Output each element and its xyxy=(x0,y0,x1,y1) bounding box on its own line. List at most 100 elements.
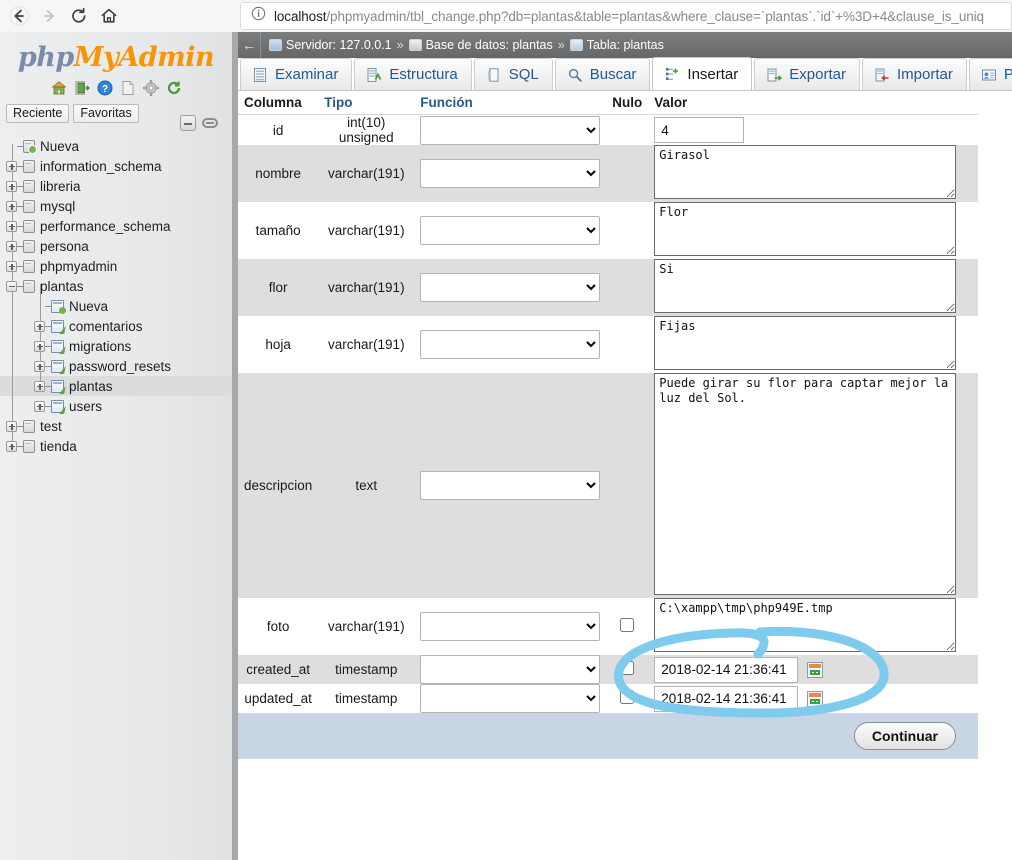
tree-item-comentarios[interactable]: comentarios xyxy=(0,316,232,336)
value-input-created_at[interactable] xyxy=(654,656,799,683)
tree-item-performance_schema[interactable]: performance_schema xyxy=(0,216,232,236)
value-textarea-hoja[interactable] xyxy=(654,316,957,370)
expand-icon[interactable] xyxy=(6,440,17,452)
calendar-icon[interactable] xyxy=(807,691,824,708)
collapse-icon[interactable] xyxy=(6,280,17,292)
function-select-descripcion[interactable] xyxy=(420,471,601,500)
logout-icon[interactable] xyxy=(73,79,91,97)
breadcrumb-database[interactable]: Base de datos: plantas xyxy=(408,38,553,52)
form-row-updated_at: updated_at timestamp xyxy=(238,684,978,713)
settings-gear-icon[interactable] xyxy=(142,79,160,97)
tab-favoritas[interactable]: Favoritas xyxy=(73,104,139,123)
tab-buscar[interactable]: Buscar xyxy=(554,58,651,90)
breadcrumb-table[interactable]: Tabla: plantas xyxy=(569,38,664,52)
null-cell xyxy=(606,114,649,145)
structure-icon xyxy=(366,67,382,83)
value-textarea-foto[interactable] xyxy=(654,598,957,652)
form-row-descripcion: descripcion text xyxy=(238,373,978,598)
expand-icon[interactable] xyxy=(34,320,45,332)
function-select-foto[interactable] xyxy=(420,612,601,641)
back-arrow-icon[interactable] xyxy=(4,1,34,31)
function-select-tamaño[interactable] xyxy=(420,216,601,245)
reload-icon[interactable] xyxy=(165,79,183,97)
value-textarea-flor[interactable] xyxy=(654,259,957,313)
value-textarea-descripcion[interactable] xyxy=(654,373,957,595)
tab-label: SQL xyxy=(508,66,539,83)
value-textarea-tamaño[interactable] xyxy=(654,202,957,256)
tree-item-libreria[interactable]: libreria xyxy=(0,176,232,196)
tree-item-nueva[interactable]: Nueva xyxy=(0,296,232,316)
tree-item-label: persona xyxy=(40,238,89,254)
tree-item-users[interactable]: users xyxy=(0,396,232,416)
tree-item-test[interactable]: test xyxy=(0,416,232,436)
tree-item-tienda[interactable]: tienda xyxy=(0,436,232,456)
null-checkbox-updated_at[interactable] xyxy=(620,690,635,704)
tree-item-plantas[interactable]: plantas xyxy=(0,376,232,396)
function-cell xyxy=(414,259,607,316)
breadcrumb-database-label: Base de datos: plantas xyxy=(425,38,553,52)
null-checkbox-foto[interactable] xyxy=(620,618,635,632)
tab-insertar[interactable]: Insertar xyxy=(652,57,753,90)
function-select-flor[interactable] xyxy=(420,273,601,302)
expand-icon[interactable] xyxy=(6,160,17,172)
expand-icon[interactable] xyxy=(34,380,45,392)
tab-estructura[interactable]: Estructura xyxy=(354,58,472,90)
docs-icon[interactable] xyxy=(119,79,137,97)
tree-item-migrations[interactable]: migrations xyxy=(0,336,232,356)
null-checkbox-created_at[interactable] xyxy=(620,661,635,675)
expand-icon[interactable] xyxy=(6,220,17,232)
expand-icon[interactable] xyxy=(6,260,17,272)
db-icon xyxy=(23,179,35,193)
expand-icon[interactable] xyxy=(6,240,17,252)
breadcrumb-back-arrow[interactable]: ← xyxy=(238,37,260,53)
function-select-updated_at[interactable] xyxy=(420,684,601,713)
tree-item-password_resets[interactable]: password_resets xyxy=(0,356,232,376)
expand-icon[interactable] xyxy=(34,340,45,352)
tab-privileg[interactable]: Privileg xyxy=(968,58,1012,90)
tab-exportar[interactable]: Exportar xyxy=(754,58,860,90)
tree-item-persona[interactable]: persona xyxy=(0,236,232,256)
expand-icon[interactable] xyxy=(6,420,17,432)
header-valor: Valor xyxy=(648,91,978,115)
calendar-icon[interactable] xyxy=(807,662,824,679)
home-icon[interactable] xyxy=(50,79,68,97)
function-select-id[interactable] xyxy=(420,115,601,145)
expand-icon[interactable] xyxy=(6,180,17,192)
tab-examinar[interactable]: Examinar xyxy=(240,58,353,90)
reload-icon[interactable] xyxy=(64,1,94,31)
collapse-all-icon[interactable] xyxy=(180,115,196,131)
home-icon[interactable] xyxy=(94,1,124,31)
table-header-row: Columna Tipo Función Nulo Valor xyxy=(238,91,978,115)
tree-item-nueva[interactable]: Nueva xyxy=(0,136,232,156)
value-textarea-nombre[interactable] xyxy=(654,145,957,199)
tree-item-plantas[interactable]: plantas xyxy=(0,276,232,296)
tab-reciente[interactable]: Reciente xyxy=(6,104,70,123)
tab-importar[interactable]: Importar xyxy=(861,58,967,90)
db-icon xyxy=(23,219,35,233)
expand-icon[interactable] xyxy=(6,200,17,212)
help-icon[interactable]: ? xyxy=(96,79,114,97)
submit-cell: Continuar xyxy=(238,713,978,759)
phpmyadmin-logo[interactable]: phpMyAdmin xyxy=(0,42,232,73)
null-cell xyxy=(606,598,649,655)
expand-icon[interactable] xyxy=(34,400,45,412)
function-select-hoja[interactable] xyxy=(420,330,601,359)
tab-sql[interactable]: SQL xyxy=(473,58,553,90)
value-input-updated_at[interactable] xyxy=(654,685,799,712)
tree-item-phpmyadmin[interactable]: phpmyadmin xyxy=(0,256,232,276)
function-select-nombre[interactable] xyxy=(420,159,601,188)
server-icon xyxy=(269,39,282,51)
breadcrumb-server[interactable]: Servidor: 127.0.0.1 xyxy=(269,38,392,52)
column-type: timestamp xyxy=(318,655,415,684)
tree-item-mysql[interactable]: mysql xyxy=(0,196,232,216)
tab-label: Insertar xyxy=(687,65,739,83)
link-tables-icon[interactable] xyxy=(202,118,218,128)
continuar-button[interactable]: Continuar xyxy=(853,722,956,750)
tree-item-information_schema[interactable]: information_schema xyxy=(0,156,232,176)
tab-label: Examinar xyxy=(275,66,339,83)
expand-icon[interactable] xyxy=(34,360,45,372)
url-bar[interactable]: localhost/phpmyadmin/tbl_change.php?db=p… xyxy=(240,2,1012,30)
function-select-created_at[interactable] xyxy=(420,655,601,684)
value-input-id[interactable] xyxy=(654,117,745,143)
